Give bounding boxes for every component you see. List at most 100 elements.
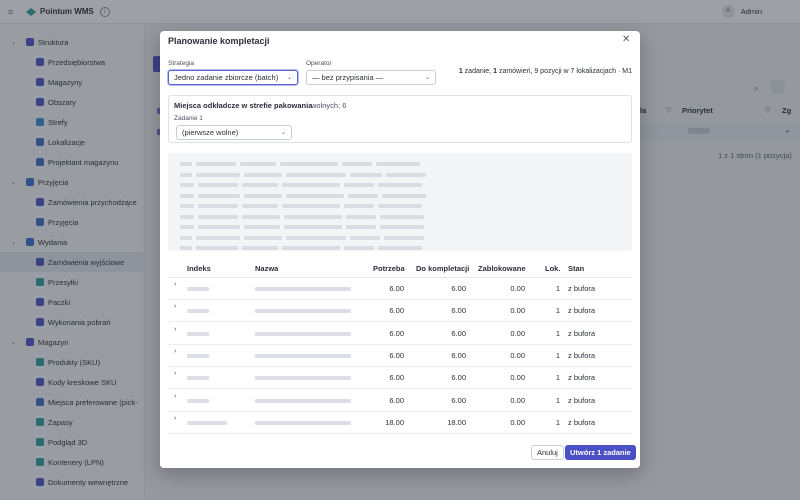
redacted-name xyxy=(255,309,351,314)
redacted-line xyxy=(180,222,620,233)
expand-row-icon[interactable]: › xyxy=(174,370,176,377)
need-value: 6.00 xyxy=(389,395,404,405)
need-value: 6.00 xyxy=(389,373,404,383)
to-pick-value: 6.00 xyxy=(451,328,466,338)
stan-value: z bufora xyxy=(568,373,596,383)
to-pick-value: 6.00 xyxy=(451,284,466,293)
blocked-value: 0.00 xyxy=(510,284,525,293)
stan-value: z bufora xyxy=(568,417,596,427)
redacted-line xyxy=(180,191,620,202)
redacted-name xyxy=(255,331,351,336)
to-pick-value: 6.00 xyxy=(451,306,466,316)
chevron-down-icon: ⌄ xyxy=(280,130,286,136)
staging-location-select[interactable]: (pierwsze wolne) ⌄ xyxy=(176,125,292,140)
redacted-index xyxy=(187,309,209,314)
redacted-name xyxy=(255,353,351,358)
to-pick-value: 6.00 xyxy=(451,395,466,405)
need-value: 18.00 xyxy=(385,417,404,427)
redacted-line xyxy=(180,170,620,181)
table-row[interactable]: › 6.00 6.00 0.00 1 z bufora xyxy=(168,300,632,323)
stan-value: z bufora xyxy=(568,350,596,360)
stan-value: z bufora xyxy=(568,395,596,405)
expand-row-icon[interactable]: › xyxy=(174,393,176,400)
table-row[interactable]: › 18.00 18.00 0.00 1 z bufora xyxy=(168,412,632,434)
redacted-name xyxy=(255,398,351,403)
redacted-line xyxy=(180,243,620,254)
blocked-value: 0.00 xyxy=(510,350,525,360)
operator-select[interactable]: — bez przypisania — ⌄ xyxy=(306,70,436,85)
need-value: 6.00 xyxy=(389,306,404,316)
expand-row-icon[interactable]: › xyxy=(174,415,176,422)
need-value: 6.00 xyxy=(389,350,404,360)
table-row[interactable]: › 6.00 6.00 0.00 1 z bufora xyxy=(168,390,632,412)
lok-value: 1 xyxy=(555,373,560,383)
create-task-button[interactable]: Utwórz 1 zadanie xyxy=(565,445,636,460)
staging-locations-panel: Miejsca odkładcze w strefie pakowania wo… xyxy=(168,95,632,143)
stan-value: z bufora xyxy=(568,306,596,316)
blocked-value: 0.00 xyxy=(510,328,525,338)
blocked-value: 0.00 xyxy=(510,417,525,427)
strategy-select[interactable]: Jedno zadanie zbiorcze (batch) ⌄ xyxy=(168,70,298,85)
staging-location-value: (pierwsze wolne) xyxy=(182,128,239,137)
lok-value: 1 xyxy=(555,328,560,338)
column-header-name: Nazwa xyxy=(255,264,279,273)
chevron-down-icon: ⌄ xyxy=(286,75,292,81)
blurred-preview xyxy=(168,153,632,251)
redacted-index xyxy=(187,331,209,336)
column-header-blocked: Zablokowane xyxy=(478,264,526,273)
expand-row-icon[interactable]: › xyxy=(174,326,176,333)
redacted-index xyxy=(187,376,209,381)
blocked-value: 0.00 xyxy=(510,306,525,316)
redacted-name xyxy=(255,376,351,381)
redacted-index xyxy=(187,287,209,291)
table-row[interactable]: › 6.00 6.00 0.00 1 z bufora xyxy=(168,367,632,390)
lok-value: 1 xyxy=(555,306,560,316)
task-label: Zadanie 1 xyxy=(174,115,203,122)
stan-value: z bufora xyxy=(568,284,596,293)
lok-value: 1 xyxy=(555,284,560,293)
cancel-button[interactable]: Anuluj xyxy=(531,445,564,460)
column-header-need: Potrzeba xyxy=(373,264,405,273)
redacted-line xyxy=(180,201,620,212)
blocked-value: 0.00 xyxy=(510,395,525,405)
picking-planning-dialog: Planowanie kompletacji ✕ Strategia Jedno… xyxy=(160,31,640,468)
column-header-lok: Lok. xyxy=(545,264,561,273)
to-pick-value: 18.00 xyxy=(447,417,466,427)
need-value: 6.00 xyxy=(389,284,404,293)
redacted-line xyxy=(180,180,620,191)
redacted-line xyxy=(180,233,620,244)
lok-value: 1 xyxy=(555,350,560,360)
to-pick-value: 6.00 xyxy=(451,373,466,383)
blocked-value: 0.00 xyxy=(510,373,525,383)
strategy-label: Strategia xyxy=(168,60,195,67)
redacted-index xyxy=(187,398,209,403)
column-header-stan: Stan xyxy=(568,264,585,273)
staging-free-count: wolnych: 6 xyxy=(311,101,347,110)
need-value: 6.00 xyxy=(389,328,404,338)
table-row[interactable]: › 6.00 6.00 0.00 1 z bufora xyxy=(168,278,632,300)
plan-summary: 1 zadanie, 1 zamówień, 9 pozycji w 7 lok… xyxy=(458,68,632,75)
table-row[interactable]: › 6.00 6.00 0.00 1 z bufora xyxy=(168,345,632,367)
redacted-line xyxy=(180,212,620,223)
stan-value: z bufora xyxy=(568,328,596,338)
operator-label: Operator xyxy=(306,60,332,67)
column-header-index: Indeks xyxy=(187,264,211,273)
strategy-value: Jedno zadanie zbiorcze (batch) xyxy=(174,73,279,82)
dialog-title: Planowanie kompletacji xyxy=(168,36,270,46)
column-header-to-pick: Do kompletacji xyxy=(416,264,470,273)
expand-row-icon[interactable]: › xyxy=(174,281,176,288)
redacted-index xyxy=(187,420,227,425)
lok-value: 1 xyxy=(555,417,560,427)
staging-title: Miejsca odkładcze w strefie pakowania xyxy=(174,101,313,110)
redacted-line xyxy=(180,159,620,170)
close-icon[interactable]: ✕ xyxy=(622,34,630,45)
expand-row-icon[interactable]: › xyxy=(174,348,176,355)
lok-value: 1 xyxy=(555,395,560,405)
redacted-name xyxy=(255,287,351,291)
expand-row-icon[interactable]: › xyxy=(174,303,176,310)
operator-value: — bez przypisania — xyxy=(312,73,384,82)
to-pick-value: 6.00 xyxy=(451,350,466,360)
table-row[interactable]: › 6.00 6.00 0.00 1 z bufora xyxy=(168,323,632,345)
redacted-index xyxy=(187,353,209,358)
redacted-name xyxy=(255,420,351,425)
